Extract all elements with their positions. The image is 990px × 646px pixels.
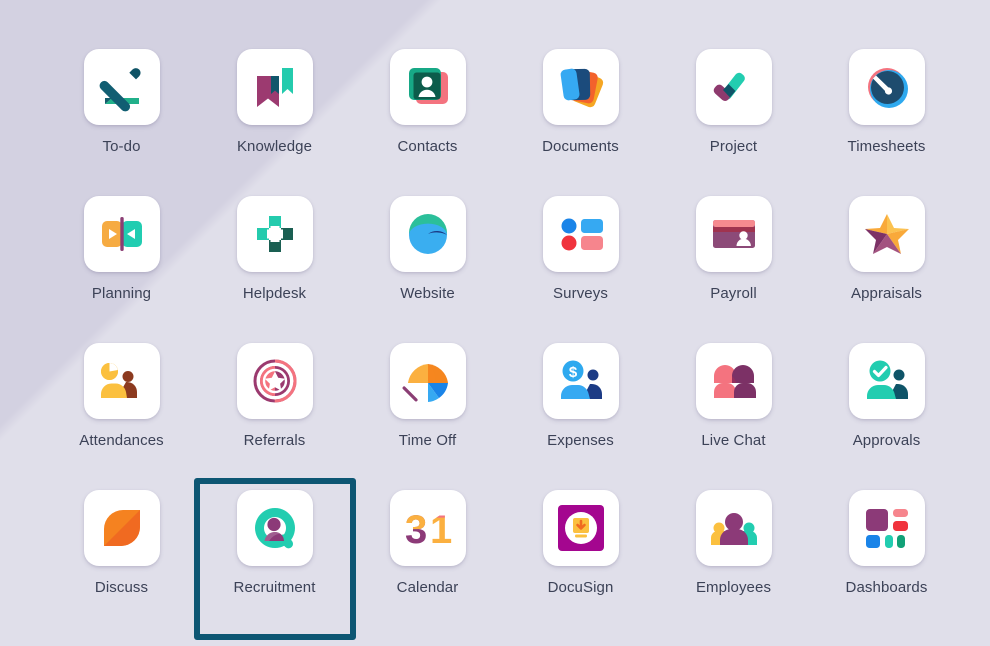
app-label: Project	[709, 138, 758, 155]
docusign-download-icon[interactable]	[542, 490, 619, 566]
contacts-card-icon[interactable]	[389, 49, 466, 125]
app-label: Planning	[91, 285, 152, 302]
referrals-badge-icon[interactable]	[236, 343, 313, 419]
app-label: Contacts	[397, 138, 458, 155]
appraisals-star-icon[interactable]	[848, 196, 925, 272]
app-launcher-grid: To-do Knowledge Contacts Documents Proje…	[0, 0, 990, 637]
app-label: Documents	[542, 138, 619, 155]
app-item-documents[interactable]: Documents	[504, 49, 657, 196]
app-label: Discuss	[94, 579, 149, 596]
app-item-discuss[interactable]: Discuss	[45, 490, 198, 637]
documents-pages-icon[interactable]	[542, 49, 619, 125]
employees-group-icon[interactable]	[695, 490, 772, 566]
timesheets-clock-icon[interactable]	[848, 49, 925, 125]
project-check-icon[interactable]	[695, 49, 772, 125]
app-label: Approvals	[852, 432, 921, 449]
timeoff-umbrella-icon[interactable]	[389, 343, 466, 419]
app-label: Live Chat	[701, 432, 766, 449]
app-item-calendar[interactable]: 3 3 1 1 Calendar	[351, 490, 504, 637]
app-label: Timesheets	[847, 138, 926, 155]
app-label: Surveys	[553, 285, 608, 302]
app-item-recruitment[interactable]: Recruitment	[198, 490, 351, 637]
recruitment-magnifier-icon[interactable]	[236, 490, 313, 566]
app-item-website[interactable]: Website	[351, 196, 504, 343]
todo-pencil-icon[interactable]	[83, 49, 160, 125]
livechat-people-icon[interactable]	[695, 343, 772, 419]
attendances-person-icon[interactable]	[83, 343, 160, 419]
discuss-bubble-icon[interactable]	[83, 490, 160, 566]
app-label: Helpdesk	[242, 285, 307, 302]
calendar-31-icon[interactable]: 3 3 1 1	[389, 490, 466, 566]
app-item-docusign[interactable]: DocuSign	[504, 490, 657, 637]
planning-arrows-icon[interactable]	[83, 196, 160, 272]
dashboards-tiles-icon[interactable]	[848, 490, 925, 566]
app-label: Recruitment	[233, 579, 316, 596]
app-item-project[interactable]: Project	[657, 49, 810, 196]
knowledge-bookmark-icon[interactable]	[236, 49, 313, 125]
app-item-timesheets[interactable]: Timesheets	[810, 49, 963, 196]
app-item-planning[interactable]: Planning	[45, 196, 198, 343]
app-label: Expenses	[547, 432, 614, 449]
app-item-approvals[interactable]: Approvals	[810, 343, 963, 490]
app-item-expenses[interactable]: $ Expenses	[504, 343, 657, 490]
app-label: Referrals	[243, 432, 306, 449]
payroll-card-icon[interactable]	[695, 196, 772, 272]
website-globe-icon[interactable]	[389, 196, 466, 272]
approvals-check-icon[interactable]	[848, 343, 925, 419]
app-item-live-chat[interactable]: Live Chat	[657, 343, 810, 490]
app-item-to-do[interactable]: To-do	[45, 49, 198, 196]
app-item-helpdesk[interactable]: Helpdesk	[198, 196, 351, 343]
app-label: Website	[400, 285, 455, 302]
app-label: Knowledge	[236, 138, 313, 155]
app-label: Dashboards	[845, 579, 928, 596]
helpdesk-cross-icon[interactable]	[236, 196, 313, 272]
app-label: Attendances	[79, 432, 164, 449]
app-label: Calendar	[396, 579, 459, 596]
app-label: Payroll	[710, 285, 757, 302]
app-item-employees[interactable]: Employees	[657, 490, 810, 637]
app-label: DocuSign	[547, 579, 614, 596]
app-label: Employees	[695, 579, 772, 596]
app-item-referrals[interactable]: Referrals	[198, 343, 351, 490]
app-item-payroll[interactable]: Payroll	[657, 196, 810, 343]
surveys-blocks-icon[interactable]	[542, 196, 619, 272]
app-item-attendances[interactable]: Attendances	[45, 343, 198, 490]
app-label: Time Off	[398, 432, 457, 449]
app-item-contacts[interactable]: Contacts	[351, 49, 504, 196]
app-label: To-do	[102, 138, 141, 155]
expenses-dollar-icon[interactable]: $	[542, 343, 619, 419]
svg-text:$: $	[568, 364, 577, 381]
app-item-surveys[interactable]: Surveys	[504, 196, 657, 343]
app-label: Appraisals	[850, 285, 923, 302]
app-item-appraisals[interactable]: Appraisals	[810, 196, 963, 343]
app-item-dashboards[interactable]: Dashboards	[810, 490, 963, 637]
app-item-knowledge[interactable]: Knowledge	[198, 49, 351, 196]
app-item-time-off[interactable]: Time Off	[351, 343, 504, 490]
